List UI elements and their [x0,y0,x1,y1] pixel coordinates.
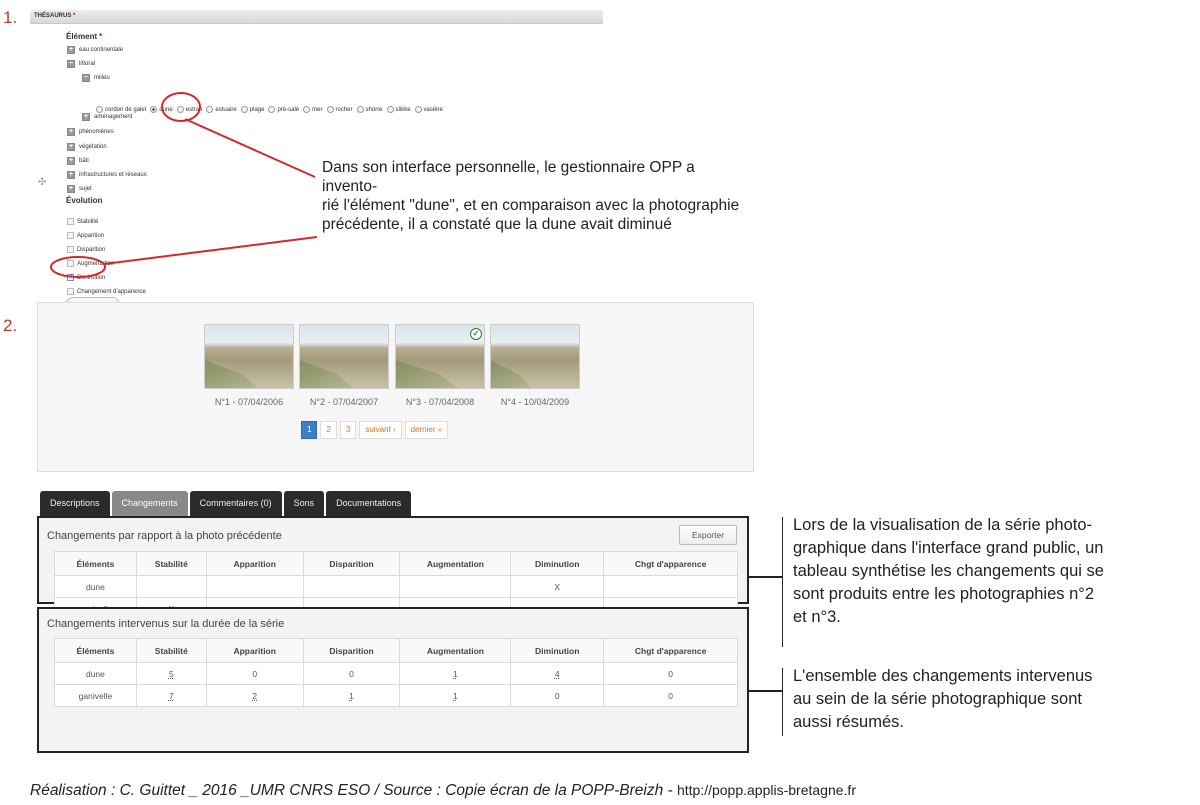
value-cell: 0 [603,684,738,707]
column-header: Augmentation [399,638,512,663]
column-header: Chgt d'apparence [603,638,738,663]
element-name-cell: dune [54,575,137,598]
annotation-line: graphique dans l'interface grand public,… [793,539,1104,557]
tab-commentaires[interactable]: Commentaires (0) [189,491,282,516]
next-page-link[interactable]: suivant › [359,421,402,439]
dune-connector-line [184,118,316,178]
column-header: Stabilité [135,638,207,663]
value-cell [135,575,207,598]
page-1-link[interactable]: 1 [301,421,318,439]
last-page-link[interactable]: dernier » [404,421,449,439]
tab-sons[interactable]: Sons [283,491,325,516]
photo-thumbnail-2[interactable] [299,324,389,389]
diminution-highlight-circle [50,256,106,278]
changes-series-table: Éléments Stabilité Apparition Disparition Au… [54,638,738,707]
column-header: Diminution [510,638,605,663]
table-row: dune X [54,575,738,598]
pagination: 1 2 3 suivant › dernier » [301,421,449,439]
table-row: ganivelle 7 2 1 1 0 0 [54,684,738,707]
value-cell [399,575,512,598]
annotation-line: Dans son interface personnelle, le gesti… [322,159,695,195]
page-3-link[interactable]: 3 [339,421,357,439]
annotation-line: sont produits entre les photographies n°… [793,585,1095,603]
tab-documentations[interactable]: Documentations [326,491,412,516]
column-header: Diminution [510,551,605,576]
changes-previous-title: Changements par rapport à la photo précé… [47,530,282,542]
column-header: Éléments [54,551,137,576]
value-cell [205,575,304,598]
value-cell: 0 [205,662,304,685]
credit-text: Réalisation : C. Guittet _ 2016 _UMR CNR… [30,782,677,799]
element-name-cell: dune [54,662,137,685]
column-header: Apparition [205,551,304,576]
value-cell [603,575,738,598]
column-header: Apparition [205,638,304,663]
annotation-line: L'ensemble des changements intervenus [793,667,1093,685]
element-name-cell: ganivelle [54,684,137,707]
dune-highlight-circle [161,92,201,122]
column-header: Augmentation [399,551,512,576]
changes-series-title: Changements intervenus sur la durée de l… [47,618,285,630]
photo-thumbnail-1[interactable] [204,324,294,389]
annotation-summary-table: Lors de la visualisation de la série pho… [793,514,1193,629]
annotation-line: tableau synthétise les changements qui s… [793,562,1104,580]
column-header: Éléments [54,638,137,663]
value-cell[interactable]: 1 [302,684,401,707]
value-cell[interactable]: 1 [399,662,512,685]
value-cell[interactable]: 2 [205,684,304,707]
annotation-line: précédente, il a constaté que la dune av… [322,216,672,233]
annotation-line: aussi résumés. [793,713,904,731]
annotation-bracket [782,668,783,736]
diminution-connector-line [103,236,318,265]
source-credit: Réalisation : C. Guittet _ 2016 _UMR CNR… [30,782,856,800]
annotation-connector [749,576,782,578]
column-header: Disparition [302,551,401,576]
annotation-inventory: Dans son interface personnelle, le gesti… [322,158,742,234]
table-header-row: Éléments Stabilité Apparition Disparition Au… [54,638,738,663]
photo-caption-2: N°2 - 07/04/2007 [309,397,379,407]
tab-bar: Descriptions Changements Commentaires (0… [40,491,412,516]
photo-thumbnail-4[interactable] [490,324,580,389]
column-header: Disparition [302,638,401,663]
selected-check-icon: ✓ [470,328,482,340]
column-header: Stabilité [135,551,207,576]
value-cell: 0 [510,684,605,707]
tab-changements[interactable]: Changements [111,491,188,516]
value-cell[interactable]: 5 [135,662,207,685]
tab-descriptions[interactable]: Descriptions [40,491,110,516]
annotation-connector [749,690,782,692]
column-header: Chgt d'apparence [603,551,738,576]
value-cell[interactable]: 4 [510,662,605,685]
photo-caption-3: N°3 - 07/04/2008 [405,397,475,407]
page-2-link[interactable]: 2 [320,421,337,439]
table-row: dune 5 0 0 1 4 0 [54,662,738,685]
value-cell: 0 [302,662,401,685]
annotation-series-summary: L'ensemble des changements intervenus au… [793,665,1193,734]
value-cell: 0 [603,662,738,685]
table-header-row: Éléments Stabilité Apparition Disparition Au… [54,551,738,576]
value-cell[interactable]: 7 [135,684,207,707]
photo-caption-4: N°4 - 10/04/2009 [500,397,570,407]
value-cell [302,575,401,598]
photo-caption-1: N°1 - 07/04/2006 [214,397,284,407]
annotation-line: Lors de la visualisation de la série pho… [793,516,1093,534]
annotation-line: au sein de la série photographique sont [793,690,1082,708]
annotation-line: rié l'élément "dune", et en comparaison … [322,197,740,214]
source-url: http://popp.applis-bretagne.fr [676,782,856,798]
export-button[interactable]: Exporter [679,525,737,545]
photo-gallery: ✓ N°1 - 07/04/2006 N°2 - 07/04/2007 N°3 … [37,302,754,472]
value-cell[interactable]: 1 [399,684,512,707]
annotation-bracket [782,517,783,647]
annotation-line: et n°3. [793,608,841,626]
value-cell: X [510,575,605,598]
